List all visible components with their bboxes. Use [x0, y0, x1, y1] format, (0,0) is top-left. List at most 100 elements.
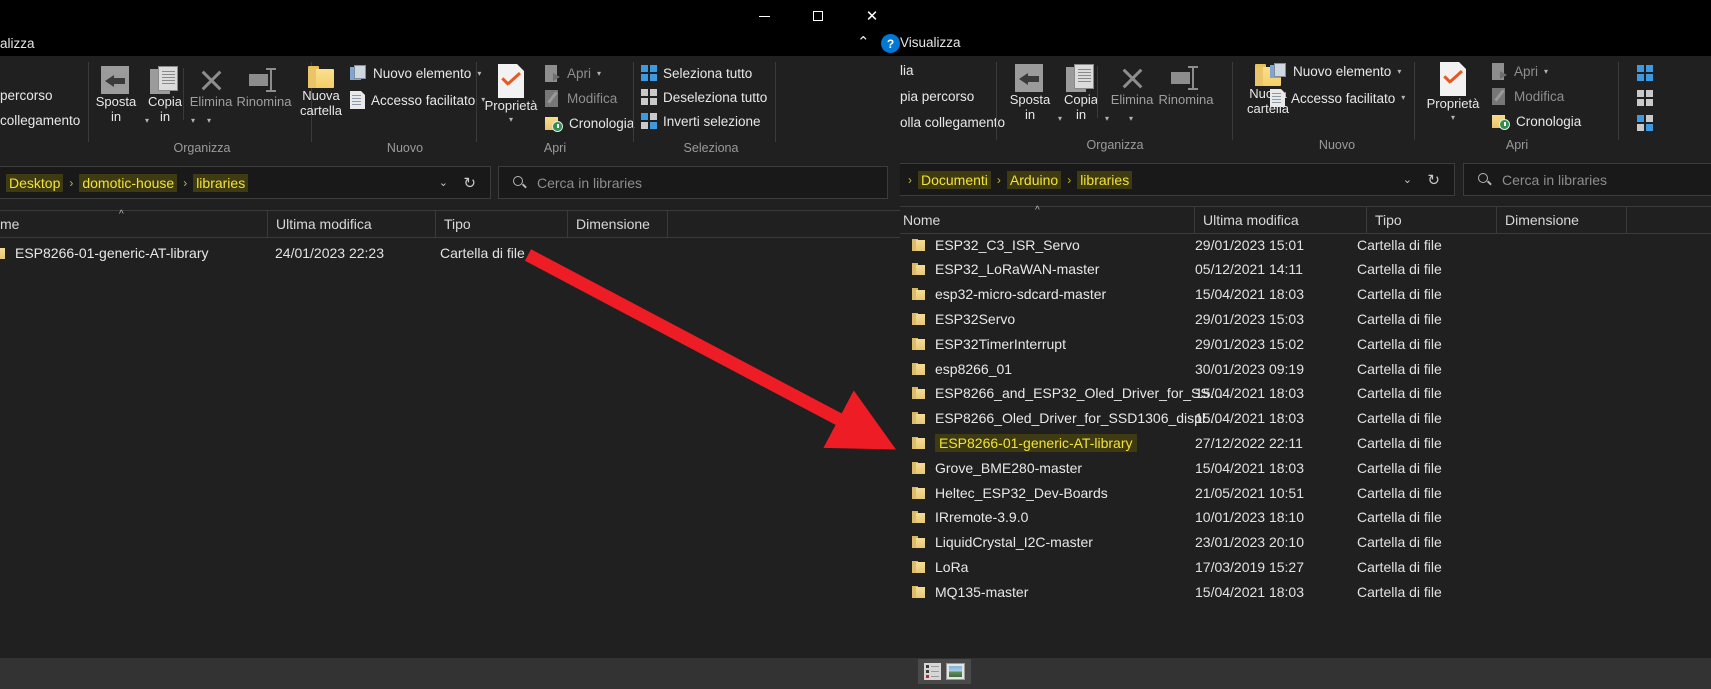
minimize-button[interactable]: [741, 0, 787, 32]
table-row[interactable]: IRremote-3.9.0 10/01/2023 18:10 Cartella d…: [895, 505, 1711, 530]
left-ribbon-cut-label-1[interactable]: collegamento: [0, 113, 80, 128]
table-row[interactable]: ESP32_LoRaWAN-master 05/12/2021 14:11 Cart…: [895, 257, 1711, 282]
details-view-icon[interactable]: [924, 663, 941, 680]
maximize-button[interactable]: [795, 0, 841, 32]
table-row[interactable]: LiquidCrystal_I2C-master 23/01/2023 20:10…: [895, 530, 1711, 555]
right-invert-selection-icon[interactable]: [1637, 115, 1653, 131]
right-ribbon-cut-label-0[interactable]: lia: [900, 63, 914, 78]
left-search-box[interactable]: Cerca in libraries: [498, 166, 888, 199]
table-row[interactable]: MQ135-master 15/04/2021 18:03 Cartella di …: [895, 579, 1711, 604]
file-name-cell[interactable]: ESP32_LoRaWAN-master: [912, 261, 1099, 277]
breadcrumb-item-0[interactable]: Desktop: [6, 173, 64, 192]
left-deseleziona-tutto-button[interactable]: Deseleziona tutto: [641, 89, 767, 105]
table-row[interactable]: ESP32_C3_ISR_Servo 29/01/2023 15:01 Cartel…: [895, 232, 1711, 257]
left-tab-visualizza[interactable]: alizza: [0, 32, 35, 56]
left-elimina-caret-icon[interactable]: ▾: [207, 117, 211, 125]
file-name-cell[interactable]: ESP8266-01-generic-AT-library: [0, 245, 209, 261]
thumbnail-view-icon[interactable]: [946, 663, 965, 680]
right-rinomina-button[interactable]: Rinomina: [1150, 64, 1222, 107]
right-deselect-all-icon[interactable]: [1637, 90, 1653, 106]
left-column-dimensione[interactable]: Dimensione: [568, 211, 668, 238]
left-nuovo-elemento-button[interactable]: Nuovo elemento ▾: [350, 65, 481, 82]
table-row[interactable]: ESP8266-01-generic-AT-library 24/01/2023 …: [0, 240, 900, 265]
left-modifica-button[interactable]: Modifica: [545, 90, 617, 107]
file-name-cell[interactable]: ESP8266_and_ESP32_Oled_Driver_for_SS…: [912, 385, 1224, 401]
right-address-bar[interactable]: › Documenti › Arduino › libraries ⌄ ↻: [895, 163, 1455, 196]
right-modifica-button[interactable]: Modifica: [1492, 88, 1564, 105]
chevron-down-icon[interactable]: ▾: [1451, 114, 1455, 122]
file-name-cell[interactable]: ESP32_C3_ISR_Servo: [912, 237, 1080, 253]
file-name-cell[interactable]: ESP8266-01-generic-AT-library: [912, 433, 1137, 452]
left-inverti-selezione-button[interactable]: Inverti selezione: [641, 113, 761, 129]
breadcrumb-item-2[interactable]: libraries: [193, 173, 249, 192]
right-search-box[interactable]: Cerca in libraries: [1463, 163, 1711, 196]
right-column-ultima-modifica[interactable]: Ultima modifica: [1195, 207, 1367, 234]
chevron-down-icon[interactable]: ▾: [1397, 67, 1401, 76]
right-ribbon-cut-label-2[interactable]: olla collegamento: [900, 115, 1005, 130]
table-row[interactable]: ESP8266_Oled_Driver_for_SSD1306_displ… 15…: [895, 406, 1711, 431]
breadcrumb-item-2[interactable]: libraries: [1077, 170, 1133, 189]
file-name-cell[interactable]: ESP8266_Oled_Driver_for_SSD1306_displ…: [912, 410, 1219, 426]
chevron-down-icon[interactable]: ▾: [597, 69, 601, 78]
right-proprieta-button[interactable]: Proprietà ▾: [1422, 62, 1484, 122]
left-cronologia-button[interactable]: Cronologia: [545, 115, 634, 132]
right-accesso-facilitato-button[interactable]: Accesso facilitato ▾: [1270, 89, 1405, 107]
address-history-dropdown-icon[interactable]: ⌄: [439, 176, 448, 189]
left-nuova-cartella-button[interactable]: Nuova cartella: [290, 66, 352, 118]
chevron-down-icon[interactable]: ▾: [1544, 67, 1548, 76]
table-row[interactable]: ESP32Servo 29/01/2023 15:03 Cartella di fi…: [895, 306, 1711, 331]
right-breadcrumb[interactable]: › Documenti › Arduino › libraries: [896, 164, 1133, 195]
right-elimina-caret-icon[interactable]: ▾: [1129, 115, 1133, 123]
breadcrumb-item-1[interactable]: Arduino: [1006, 170, 1062, 189]
left-accesso-facilitato-button[interactable]: Accesso facilitato ▾: [350, 91, 485, 109]
table-row[interactable]: ESP8266_and_ESP32_Oled_Driver_for_SS… 15/…: [895, 381, 1711, 406]
right-ribbon-cut-label-1[interactable]: pia percorso: [900, 89, 974, 104]
refresh-icon[interactable]: ↻: [1427, 171, 1440, 189]
file-name-cell[interactable]: esp8266_01: [912, 361, 1012, 377]
right-column-tipo[interactable]: Tipo: [1367, 207, 1497, 234]
close-button[interactable]: ✕: [849, 0, 895, 32]
table-row[interactable]: Grove_BME280-master 15/04/2021 18:03 Carte…: [895, 455, 1711, 480]
table-row[interactable]: esp8266_01 30/01/2023 09:19 Cartella di fi…: [895, 356, 1711, 381]
right-cronologia-button[interactable]: Cronologia: [1492, 113, 1581, 130]
table-row[interactable]: ESP32TimerInterrupt 29/01/2023 15:02 Carte…: [895, 331, 1711, 356]
left-copia-caret-icon[interactable]: ▾: [191, 117, 195, 125]
chevron-down-icon[interactable]: ▾: [509, 116, 513, 124]
left-address-bar[interactable]: Desktop › domotic-house › libraries ⌄ ↻: [0, 166, 491, 199]
right-column-nome[interactable]: Nome: [895, 207, 1195, 234]
left-column-nome[interactable]: me: [0, 211, 268, 238]
right-copia-caret-icon[interactable]: ▾: [1105, 115, 1109, 123]
file-name-cell[interactable]: MQ135-master: [912, 584, 1028, 600]
left-column-tipo[interactable]: Tipo: [436, 211, 568, 238]
collapse-ribbon-icon[interactable]: ⌃: [857, 33, 870, 51]
help-button[interactable]: ?: [881, 34, 900, 53]
right-tab-visualizza[interactable]: Visualizza: [900, 31, 961, 55]
left-breadcrumb[interactable]: Desktop › domotic-house › libraries: [0, 167, 249, 198]
table-row[interactable]: esp32-micro-sdcard-master 15/04/2021 18:0…: [895, 282, 1711, 307]
left-seleziona-tutto-button[interactable]: Seleziona tutto: [641, 65, 752, 81]
breadcrumb-item-0[interactable]: Documenti: [918, 170, 991, 189]
right-select-all-icon[interactable]: [1637, 65, 1653, 81]
right-apri-button[interactable]: Apri ▾: [1492, 63, 1548, 80]
file-name-cell[interactable]: Heltec_ESP32_Dev-Boards: [912, 485, 1108, 501]
right-column-dimensione[interactable]: Dimensione: [1497, 207, 1627, 234]
breadcrumb-item-1[interactable]: domotic-house: [79, 173, 178, 192]
file-name-cell[interactable]: Grove_BME280-master: [912, 460, 1082, 476]
left-proprieta-button[interactable]: Proprietà ▾: [480, 64, 542, 124]
left-column-ultima-modifica[interactable]: Ultima modifica: [268, 211, 436, 238]
table-row[interactable]: Heltec_ESP32_Dev-Boards 21/05/2021 10:51 C…: [895, 480, 1711, 505]
file-name-cell[interactable]: LiquidCrystal_I2C-master: [912, 534, 1093, 550]
right-nuovo-elemento-button[interactable]: Nuovo elemento ▾: [1270, 63, 1401, 80]
table-row[interactable]: LoRa 17/03/2019 15:27 Cartella di file: [895, 554, 1711, 579]
file-name-cell[interactable]: esp32-micro-sdcard-master: [912, 286, 1106, 302]
file-name-cell[interactable]: ESP32TimerInterrupt: [912, 336, 1066, 352]
left-ribbon-cut-label-0[interactable]: percorso: [0, 88, 53, 103]
left-apri-button[interactable]: Apri ▾: [545, 65, 601, 82]
file-name-cell[interactable]: IRremote-3.9.0: [912, 509, 1028, 525]
refresh-icon[interactable]: ↻: [463, 174, 476, 192]
table-row[interactable]: ESP8266-01-generic-AT-library 27/12/2022 …: [895, 430, 1711, 455]
file-name-cell[interactable]: LoRa: [912, 559, 968, 575]
file-name-cell[interactable]: ESP32Servo: [912, 311, 1015, 327]
chevron-down-icon[interactable]: ▾: [1401, 94, 1405, 102]
address-history-dropdown-icon[interactable]: ⌄: [1403, 173, 1412, 186]
